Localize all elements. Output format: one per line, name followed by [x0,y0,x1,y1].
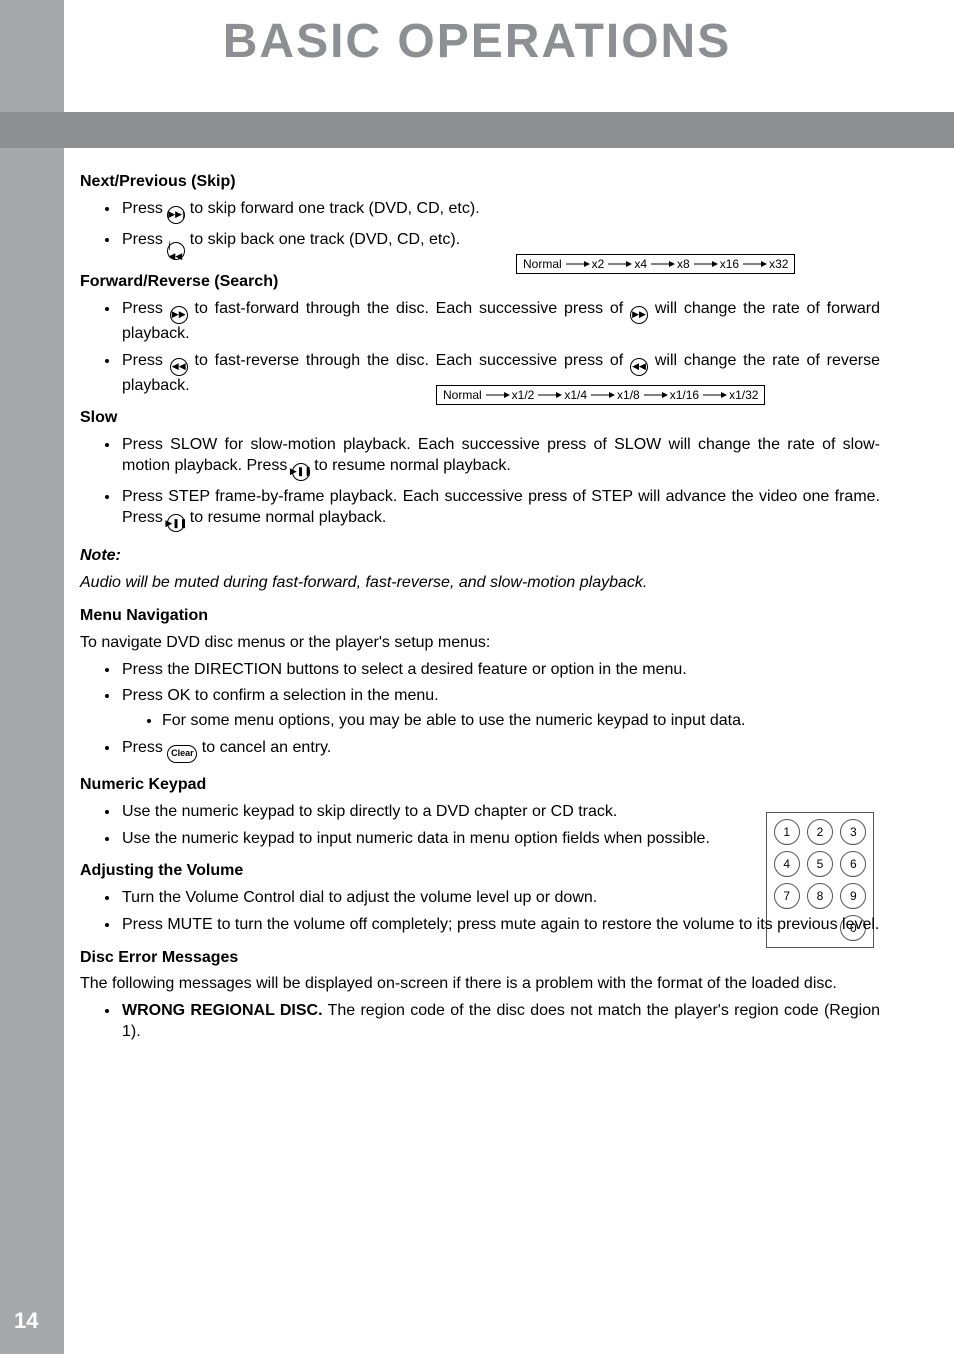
text: Press OK to confirm a selection in the m… [122,687,439,704]
list-error: WRONG REGIONAL DISC. The region code of … [80,1001,880,1043]
page: BASIC OPERATIONS Normal x2 x4 x8 x16 x32… [0,0,954,1354]
list-skip: Press ▶▶| to skip forward one track (DVD… [80,199,880,261]
text: Press [122,352,170,369]
page-number: 14 [14,1308,38,1334]
text: to resume normal playback. [310,457,511,474]
skip-forward-icon: ▶▶| [167,206,185,224]
heading-volume: Adjusting the Volume [80,861,880,882]
page-title: BASIC OPERATIONS [0,14,954,69]
list-item: Press the DIRECTION buttons to select a … [120,660,880,681]
text: to cancel an entry. [197,739,331,756]
text: to resume normal playback. [185,509,386,526]
text: Press [122,300,170,317]
heading-menu: Menu Navigation [80,606,880,627]
text: to skip forward one track (DVD, CD, etc)… [185,200,479,217]
list-item: Turn the Volume Control dial to adjust t… [120,888,880,909]
play-pause-icon: ▶❚❚ [167,514,185,532]
left-margin-bar [0,0,64,1354]
heading-numeric: Numeric Keypad [80,775,880,796]
heading-search: Forward/Reverse (Search) [80,272,880,293]
note-heading: Note: [80,546,880,567]
list-item: Press ▶▶ to fast-forward through the dis… [120,299,880,345]
list-item: Press MUTE to turn the volume off comple… [120,915,880,936]
list-search: Press ▶▶ to fast-forward through the dis… [80,299,880,396]
fast-forward-icon: ▶▶ [630,306,648,324]
fast-forward-icon: ▶▶ [170,306,188,324]
text: to skip back one track (DVD, CD, etc). [185,231,460,248]
clear-button-icon: Clear [167,745,197,763]
error-intro: The following messages will be displayed… [80,974,880,995]
menu-intro: To navigate DVD disc menus or the player… [80,633,880,654]
list-slow: Press SLOW for slow-motion playback. Eac… [80,435,880,532]
list-numeric: Use the numeric keypad to skip directly … [80,802,728,850]
list-menu: Press the DIRECTION buttons to select a … [80,660,880,763]
list-item: Press |◀◀ to skip back one track (DVD, C… [120,230,880,261]
text: to fast-forward through the disc. Each s… [188,300,630,317]
heading-skip: Next/Previous (Skip) [80,172,880,193]
list-item: For some menu options, you may be able t… [162,711,880,732]
skip-back-icon: |◀◀ [167,242,185,260]
text: Press [122,200,167,217]
play-pause-icon: ▶❚❚ [292,463,310,481]
list-volume: Turn the Volume Control dial to adjust t… [80,888,880,936]
text: Press [122,231,167,248]
list-item: WRONG REGIONAL DISC. The region code of … [120,1001,880,1043]
list-item: Press SLOW for slow-motion playback. Eac… [120,435,880,481]
list-item: Press ◀◀ to fast-reverse through the dis… [120,351,880,397]
content: Next/Previous (Skip) Press ▶▶| to skip f… [80,160,880,1049]
list-item: Press OK to confirm a selection in the m… [120,686,880,732]
heading-slow: Slow [80,408,880,429]
heading-error: Disc Error Messages [80,948,880,969]
list-item: Press STEP frame-by-frame playback. Each… [120,487,880,533]
note-body: Audio will be muted during fast-forward,… [80,573,880,594]
rewind-icon: ◀◀ [630,358,648,376]
error-bold: WRONG REGIONAL DISC. [122,1002,323,1019]
list-item: Press ▶▶| to skip forward one track (DVD… [120,199,880,224]
rewind-icon: ◀◀ [170,358,188,376]
text: Press [122,739,167,756]
list-item: Use the numeric keypad to input numeric … [120,829,728,850]
sublist: For some menu options, you may be able t… [122,711,880,732]
list-item: Press Clear to cancel an entry. [120,738,880,763]
text: to fast-reverse through the disc. Each s… [188,352,630,369]
title-band [0,112,954,148]
list-item: Use the numeric keypad to skip directly … [120,802,728,823]
